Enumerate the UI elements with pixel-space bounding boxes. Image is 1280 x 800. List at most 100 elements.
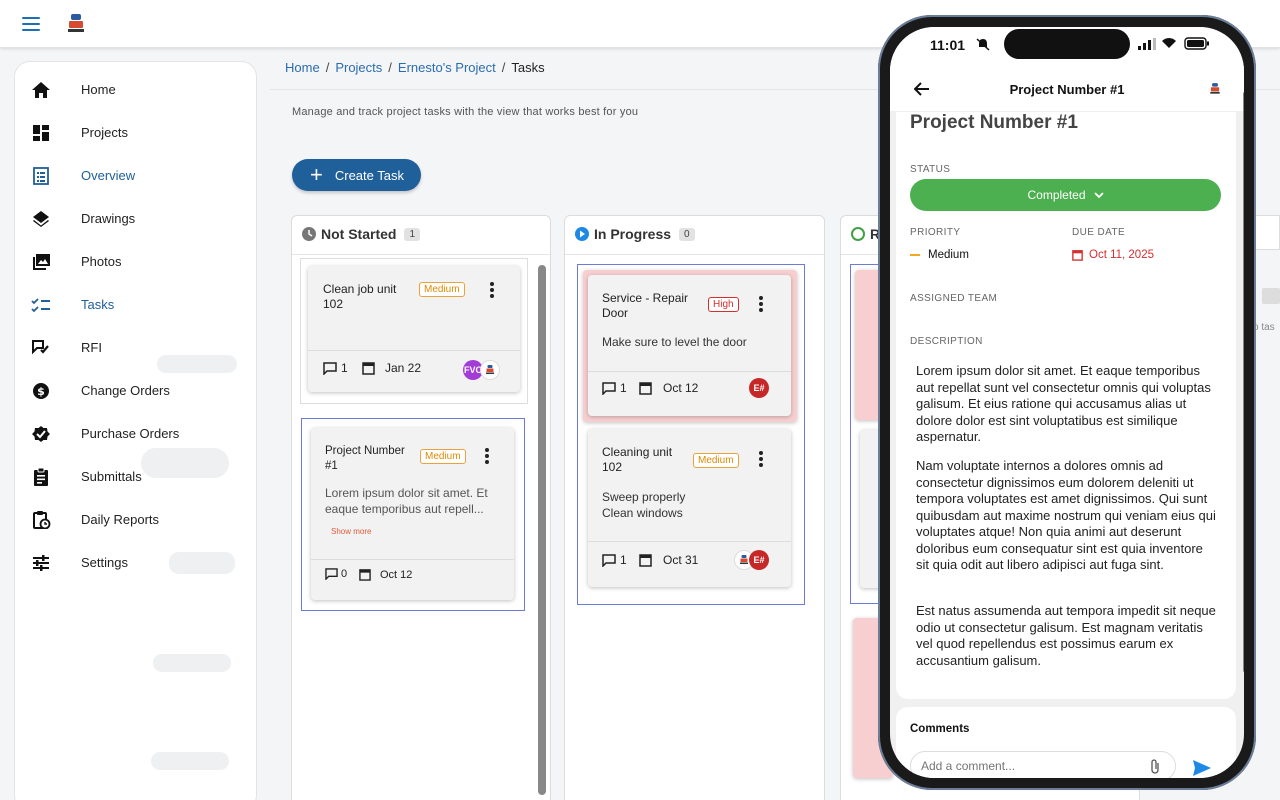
verified-icon [32,426,50,442]
avatar[interactable]: E# [749,550,769,570]
calendar-icon [1072,250,1083,261]
sidebar-item-drawings[interactable]: Drawings [15,201,255,237]
due-date-value: Jan 22 [385,361,422,375]
bell-off-icon [976,38,990,51]
column-scrollbar[interactable] [538,265,546,795]
due-date: Oct 12 [359,568,412,581]
due-date: Jan 22 [362,361,421,375]
chevron-down-icon [1093,191,1104,198]
sidebar-item-label: Change Orders [81,383,170,398]
sidebar-item-label: Drawings [81,211,136,226]
checklist-icon [31,298,50,313]
company-logo[interactable] [64,12,88,36]
breadcrumb-projects[interactable]: Projects [335,60,382,75]
comment-count: 0 [325,568,347,580]
sidebar-item-overview[interactable]: Overview [15,158,255,194]
home-icon [32,82,50,98]
card-drop-zone: Project Number #1 Medium Lorem ipsum dol… [301,418,525,611]
breadcrumb-separator: / [325,60,330,75]
priority-dash-icon [910,254,920,256]
svg-text:$: $ [37,385,45,398]
more-vert-icon[interactable] [485,448,489,464]
send-icon[interactable] [1192,759,1212,777]
sidebar-item-label: Tasks [81,297,115,312]
comment-icon [602,381,616,395]
phone-frame: 11:01 Project Number #1 Project Number #… [878,15,1256,790]
loading-placeholder [141,448,229,478]
column-header: In Progress 0 [575,226,695,242]
comment-count: 1 [602,553,627,567]
priority-badge: High [708,297,739,312]
show-more-link[interactable]: Show more [331,527,371,536]
calendar-icon [359,569,371,581]
due-date-value: Oct 12 [663,381,699,395]
task-card[interactable]: Cleaning unit 102 Medium Sweep properly … [588,429,791,587]
loading-placeholder [169,552,235,574]
priority-badge: Medium [419,282,465,297]
tune-icon [33,555,49,571]
column-title: Not Started [321,226,397,242]
priority-value: Medium [928,249,969,261]
calendar-icon [362,362,375,375]
layers-icon [33,211,49,227]
sidebar-item-home[interactable]: Home [15,72,255,108]
due-date-text: Oct 11, 2025 [1089,249,1154,261]
sidebar-item-label: Daily Reports [81,512,160,527]
task-description: Sweep properly Clean windows [602,489,782,521]
sidebar-item-projects[interactable]: Projects [15,115,255,151]
attachment-icon[interactable] [1150,759,1160,775]
breadcrumb-project[interactable]: Ernesto's Project [398,60,496,75]
comments-title: Comments [910,723,970,735]
sidebar-item-photos[interactable]: Photos [15,244,255,280]
list-alt-icon [33,167,49,185]
task-description-line: Sweep properly [602,490,686,504]
sidebar-item-purchase-orders[interactable]: Purchase Orders [15,416,255,452]
play-circle-icon [575,227,589,241]
more-vert-icon[interactable] [490,282,494,298]
hamburger-icon[interactable] [22,17,40,31]
priority-indicator: Medium [910,249,969,261]
task-card[interactable]: Clean job unit 102 Medium 1 Jan 22 FVC [308,266,520,392]
wifi-icon [1162,38,1176,48]
description-label: DESCRIPTION [910,336,983,347]
assigned-team-label: ASSIGNED TEAM [910,293,998,304]
more-vert-icon[interactable] [759,451,763,467]
task-card[interactable]: Service - Repair Door High Make sure to … [588,275,791,416]
task-description-line: Clean windows [602,506,683,520]
comment-icon [602,553,616,567]
sidebar-item-tasks[interactable]: Tasks [15,287,255,323]
status-dropdown[interactable]: Completed [910,179,1221,211]
avatar-logo[interactable] [480,360,500,380]
company-logo[interactable] [1208,82,1222,96]
priority-badge: Medium [693,453,739,468]
plus-icon: + [310,162,323,187]
app-bar-title: Project Number #1 [1009,82,1125,97]
battery-icon [1184,37,1209,50]
breadcrumb-home[interactable]: Home [285,60,320,75]
description-paragraph: Est natus assumenda aut tempora impedit … [916,603,1216,668]
column-count: 0 [679,227,695,241]
status-value: Completed [1027,188,1086,202]
create-task-button[interactable]: + Create Task [292,159,421,191]
sidebar-item-change-orders[interactable]: $ Change Orders [15,373,255,409]
comment-input[interactable] [910,751,1176,778]
calendar-icon [639,382,652,395]
column-header: R [851,226,880,242]
app-bar: Project Number #1 [890,67,1244,112]
detail-scrollbar[interactable] [1243,92,1244,672]
rfi-icon [32,340,49,355]
description-paragraph: Nam voluptate internos a dolores omnis a… [916,458,1216,572]
comment-icon [323,361,337,375]
clipboard-clock-icon [33,511,51,529]
avatar[interactable]: E# [749,378,769,398]
task-title: Clean job unit 102 [323,282,397,311]
sidebar-item-label: Photos [81,254,122,269]
sidebar-item-label: Overview [81,168,136,183]
task-card[interactable]: Project Number #1 Medium Lorem ipsum dol… [311,428,514,600]
breadcrumb-current: Tasks [511,60,545,75]
check-circle-icon [851,227,865,241]
clock-icon [302,227,316,241]
sidebar-item-daily-reports[interactable]: Daily Reports [15,502,255,538]
more-vert-icon[interactable] [759,296,763,312]
sidebar-item-label: Home [81,82,116,97]
